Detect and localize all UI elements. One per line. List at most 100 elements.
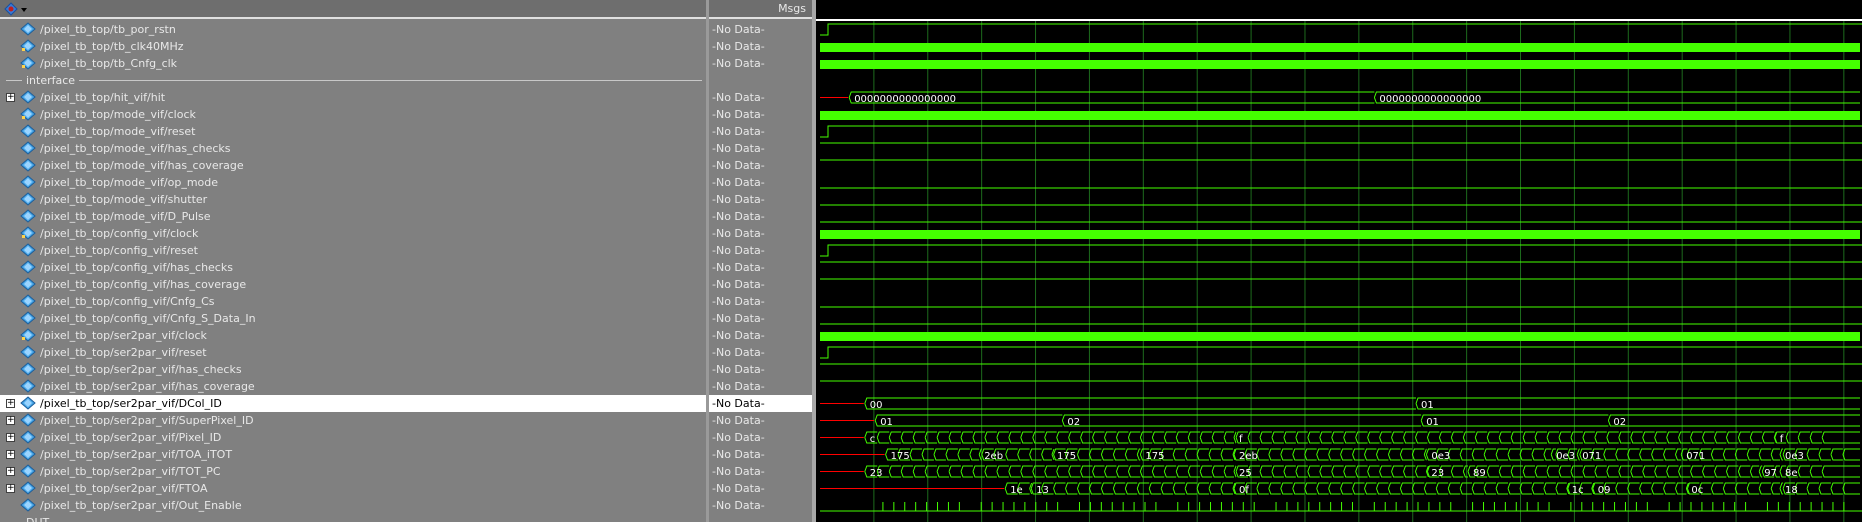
bus-segment xyxy=(1627,448,1640,461)
signal-names-pane[interactable]: /pixel_tb_top/tb_por_rstn/pixel_tb_top/t… xyxy=(0,0,709,522)
signal-row[interactable]: /pixel_tb_top/config_vif/reset xyxy=(0,242,708,259)
wave-tool-icon[interactable] xyxy=(3,1,31,17)
bus-segment xyxy=(1471,448,1485,461)
signal-name: /pixel_tb_top/ser2par_vif/TOT_PC xyxy=(40,465,221,478)
bus-segment xyxy=(1546,431,1559,444)
bus-segment xyxy=(1208,448,1221,461)
bus-segment xyxy=(1447,482,1461,495)
bus-segment xyxy=(1710,482,1724,495)
bus-segment xyxy=(1127,465,1141,478)
bus-segment xyxy=(960,465,973,478)
signal-msg: -No Data- xyxy=(712,312,765,325)
signal-row[interactable]: /pixel_tb_top/ser2par_vif/has_checks xyxy=(0,361,708,378)
bus-segment xyxy=(996,465,1009,478)
signal-row[interactable]: /pixel_tb_top/config_vif/clock xyxy=(0,225,708,242)
signal-row[interactable]: /pixel_tb_top/tb_por_rstn xyxy=(0,21,708,38)
bus-value-label: 071 xyxy=(1686,451,1705,462)
signal-msg: -No Data- xyxy=(712,414,765,427)
bus-segment xyxy=(912,431,926,444)
signal-msg: -No Data- xyxy=(712,278,765,291)
bus-segment xyxy=(1376,482,1389,495)
bus-segment xyxy=(1247,431,1260,444)
bus-segment xyxy=(1340,482,1353,495)
expand-icon[interactable]: + xyxy=(6,450,15,459)
bus-segment xyxy=(1510,431,1524,444)
signal-row[interactable]: /pixel_tb_top/mode_vif/op_mode xyxy=(0,174,708,191)
expand-icon[interactable]: + xyxy=(6,484,15,493)
bus-segment xyxy=(1555,482,1567,495)
signal-row[interactable]: /pixel_tb_top/config_vif/Cnfg_S_Data_In xyxy=(0,310,708,327)
bus-segment xyxy=(1367,431,1380,444)
bus-segment xyxy=(1328,448,1341,461)
bus-segment xyxy=(1663,448,1676,461)
bus-segment xyxy=(1702,431,1715,444)
signal-msg: -No Data- xyxy=(709,395,812,412)
bus-segment xyxy=(1160,482,1174,495)
bus-segment xyxy=(972,431,985,444)
bus-segment xyxy=(1061,414,1422,427)
bus-segment xyxy=(1387,482,1401,495)
signal-row[interactable]: /pixel_tb_top/ser2par_vif/reset xyxy=(0,344,708,361)
bus-segment xyxy=(1116,431,1129,444)
expand-icon[interactable]: + xyxy=(6,467,15,476)
bus-segment xyxy=(1343,431,1356,444)
expand-icon[interactable]: + xyxy=(6,93,15,102)
waveform-canvas[interactable]: 0000000000000000 000000000000000000 0101 02… xyxy=(816,0,1862,522)
signal-icon xyxy=(20,22,36,36)
signal-row[interactable]: /pixel_tb_top/config_vif/Cnfg_Cs xyxy=(0,293,708,310)
signal-row[interactable]: /pixel_tb_top/mode_vif/reset xyxy=(0,123,708,140)
signal-name: /pixel_tb_top/config_vif/has_coverage xyxy=(40,278,247,291)
signal-row[interactable]: /pixel_tb_top/ser2par_vif/clock xyxy=(0,327,708,344)
bus-value-label: 175 xyxy=(1057,451,1076,462)
signal-icon xyxy=(20,328,36,342)
signal-row[interactable]: /pixel_tb_top/config_vif/has_coverage xyxy=(0,276,708,293)
expand-icon[interactable]: + xyxy=(6,399,15,408)
signal-row[interactable]: /pixel_tb_top/config_vif/has_checks xyxy=(0,259,708,276)
signal-row[interactable]: + /pixel_tb_top/ser2par_vif/FTOA xyxy=(0,480,708,497)
reset-wave xyxy=(820,125,1862,138)
expand-icon[interactable]: + xyxy=(6,433,15,442)
signal-name: /pixel_tb_top/tb_Cnfg_clk xyxy=(40,57,178,70)
bus-segment xyxy=(1175,431,1189,444)
bus-segment xyxy=(1223,431,1234,444)
bus-segment xyxy=(1714,431,1727,444)
bus-segment xyxy=(1415,431,1428,444)
signal-row[interactable]: /pixel_tb_top/ser2par_vif/Out_Enable xyxy=(0,497,708,514)
signal-name: /pixel_tb_top/mode_vif/op_mode xyxy=(40,176,219,189)
signal-msg: -No Data- xyxy=(712,108,765,121)
bus-segment xyxy=(1607,414,1860,427)
signal-row[interactable]: /pixel_tb_top/mode_vif/shutter xyxy=(0,191,708,208)
bus-segment xyxy=(1531,482,1544,495)
bus-segment xyxy=(948,431,961,444)
bus-segment xyxy=(1746,448,1760,461)
bus-segment xyxy=(1761,431,1775,444)
bus-segment xyxy=(1280,448,1293,461)
signal-row[interactable]: /pixel_tb_top/tb_clk40MHz xyxy=(0,38,708,55)
signal-row[interactable]: /pixel_tb_top/mode_vif/has_coverage xyxy=(0,157,708,174)
bus-segment xyxy=(1017,448,1030,461)
bus-segment xyxy=(1594,431,1607,444)
signal-row[interactable]: /pixel_tb_top/mode_vif/D_Pulse xyxy=(0,208,708,225)
signal-icon xyxy=(20,90,36,104)
signal-row[interactable]: /pixel_tb_top/ser2par_vif/has_coverage xyxy=(0,378,708,395)
bus-segment xyxy=(1758,465,1763,478)
signal-row[interactable]: + /pixel_tb_top/ser2par_vif/Pixel_ID xyxy=(0,429,708,446)
signal-row[interactable]: + /pixel_tb_top/ser2par_vif/DCol_ID xyxy=(0,395,708,412)
signal-row[interactable]: + /pixel_tb_top/hit_vif/hit xyxy=(0,89,708,106)
signal-row[interactable]: /pixel_tb_top/mode_vif/has_checks xyxy=(0,140,708,157)
signal-row[interactable]: + /pixel_tb_top/ser2par_vif/SuperPixel_ID xyxy=(0,412,708,429)
bus-segment xyxy=(909,448,922,461)
signal-row[interactable]: /pixel_tb_top/tb_Cnfg_clk xyxy=(0,55,708,72)
signal-row[interactable]: + /pixel_tb_top/ser2par_vif/TOA_iTOT xyxy=(0,446,708,463)
bus-value-label: 1c xyxy=(1572,485,1584,496)
signal-name: /pixel_tb_top/config_vif/Cnfg_S_Data_In xyxy=(40,312,256,325)
signal-row[interactable]: /pixel_tb_top/mode_vif/clock xyxy=(0,106,708,123)
bus-segment xyxy=(1749,465,1760,478)
names-header xyxy=(0,0,706,19)
bus-segment xyxy=(1591,482,1595,495)
expand-icon[interactable]: + xyxy=(6,416,15,425)
waveform-pane[interactable]: 0000000000000000 0000000000000000 00 01 01 02… xyxy=(816,0,1862,522)
signal-row[interactable]: + /pixel_tb_top/ser2par_vif/TOT_PC xyxy=(0,463,708,480)
bus-value-label: 01 xyxy=(1421,400,1434,411)
bus-segment xyxy=(1020,465,1033,478)
